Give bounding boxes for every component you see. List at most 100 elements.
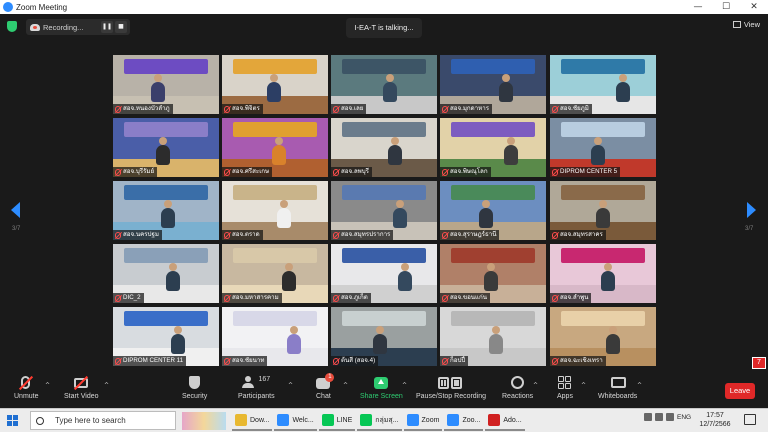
participant-video-tile[interactable]: สอจ.ฉะเชิงเทรา bbox=[550, 307, 656, 366]
chat-button[interactable]: 1 Chat bbox=[316, 373, 335, 400]
participant-video-tile[interactable]: สอจ.สมุทรปราการ bbox=[331, 181, 437, 240]
participant-video-tile[interactable]: ต้นสี (สอจ.4) bbox=[331, 307, 437, 366]
taskbar-app-button[interactable]: Dow... bbox=[232, 411, 273, 431]
participant-video-tile[interactable]: สอจ.สมุทรสาคร bbox=[550, 181, 656, 240]
next-page-arrow-icon[interactable] bbox=[747, 202, 756, 218]
participant-video-tile[interactable]: DIC_2 bbox=[113, 244, 219, 303]
pause-stop-recording-button[interactable]: Pause/Stop Recording bbox=[416, 376, 486, 400]
backdrop-banner bbox=[123, 58, 209, 74]
participant-video-tile[interactable]: สอจ.ขอนแก่น bbox=[440, 244, 546, 303]
participant-figure bbox=[616, 74, 630, 102]
start-video-button[interactable]: Start Video bbox=[64, 375, 99, 400]
search-highlight-image[interactable] bbox=[182, 412, 226, 430]
participant-name: DIC_2 bbox=[123, 294, 141, 301]
view-button[interactable]: View bbox=[732, 20, 760, 29]
close-button[interactable]: ✕ bbox=[740, 2, 768, 12]
taskbar-app-button[interactable]: LINE bbox=[318, 411, 356, 431]
app-label: กลุ่มสุ... bbox=[375, 416, 399, 424]
backdrop-banner bbox=[450, 310, 536, 326]
participant-video-tile[interactable]: ก็อปปี้ bbox=[440, 307, 546, 366]
participant-video-tile[interactable]: สอจ.ภูเก็ต bbox=[331, 244, 437, 303]
apps-caret-icon[interactable]: ^ bbox=[581, 382, 586, 389]
apps-button[interactable]: Apps bbox=[557, 376, 573, 400]
window-titlebar: Zoom Meeting — ☐ ✕ bbox=[0, 0, 768, 14]
participants-count: 167 bbox=[258, 376, 271, 383]
whiteboards-button[interactable]: Whiteboards bbox=[598, 376, 637, 400]
participant-nameplate: สอจ.ภูเก็ต bbox=[331, 293, 371, 303]
app-label: Zoo... bbox=[462, 416, 481, 424]
muted-mic-icon bbox=[552, 294, 558, 302]
participant-figure bbox=[383, 74, 397, 102]
participant-video-tile[interactable]: สอจ.ตราด bbox=[222, 181, 328, 240]
notification-badge[interactable]: 7 bbox=[752, 357, 766, 369]
tray-chevron-icon[interactable] bbox=[644, 413, 652, 421]
leave-button[interactable]: Leave bbox=[725, 383, 755, 399]
taskbar-app-button[interactable]: Zoom bbox=[403, 411, 443, 431]
participant-video-tile[interactable]: สอจ.ศรีสะเกษ bbox=[222, 118, 328, 177]
participant-video-tile[interactable]: สอจ.สุราษฎร์ธานี bbox=[440, 181, 546, 240]
share-screen-button[interactable]: Share Screen bbox=[360, 376, 403, 400]
participant-video-tile[interactable]: สอจ.ลำพูน bbox=[550, 244, 656, 303]
participant-name: สอจ.ชัยนาท bbox=[232, 357, 265, 364]
minimize-button[interactable]: — bbox=[684, 2, 712, 12]
participant-figure bbox=[479, 200, 493, 228]
stop-recording-button[interactable]: ■ bbox=[115, 21, 127, 33]
participant-video-tile[interactable]: สอจ.ชัยนาท bbox=[222, 307, 328, 366]
maximize-button[interactable]: ☐ bbox=[712, 2, 740, 12]
pause-stop-icon bbox=[438, 376, 464, 390]
audio-options-caret-icon[interactable]: ^ bbox=[45, 382, 50, 389]
participant-video-tile[interactable]: DIPROM CENTER 11 bbox=[113, 307, 219, 366]
participant-video-tile[interactable]: สอจ.นครปฐม bbox=[113, 181, 219, 240]
volume-icon[interactable] bbox=[666, 413, 674, 421]
participant-video-tile[interactable]: สอจ.พิษณุโลก bbox=[440, 118, 546, 177]
muted-mic-icon bbox=[224, 357, 230, 365]
backdrop-banner bbox=[560, 247, 646, 263]
participant-video-tile[interactable]: สอจ.พิจิตร bbox=[222, 55, 328, 114]
taskbar-app-button[interactable]: Zoo... bbox=[444, 411, 484, 431]
taskbar-app-button[interactable]: กลุ่มสุ... bbox=[357, 411, 402, 431]
participant-nameplate: สอจ.พิษณุโลก bbox=[440, 167, 491, 177]
chat-caret-icon[interactable]: ^ bbox=[343, 382, 348, 389]
participants-caret-icon[interactable]: ^ bbox=[288, 382, 293, 389]
participant-video-tile[interactable]: สอจ.หนองบัวลำภู bbox=[113, 55, 219, 114]
app-icon bbox=[277, 414, 290, 426]
microphone-muted-icon bbox=[19, 375, 34, 391]
participant-video-tile[interactable]: สอจ.มหาสารคาม bbox=[222, 244, 328, 303]
meeting-topbar: Recording... ❚❚ ■ I-EA-T is talking... V… bbox=[0, 14, 768, 40]
participant-video-tile[interactable]: สอจ.เลย bbox=[331, 55, 437, 114]
clock-time: 17:57 bbox=[706, 412, 724, 419]
participants-button[interactable]: 167 Participants bbox=[238, 376, 275, 400]
reactions-caret-icon[interactable]: ^ bbox=[533, 382, 538, 389]
search-icon bbox=[36, 416, 44, 425]
video-options-caret-icon[interactable]: ^ bbox=[104, 382, 109, 389]
participant-name: สอจ.นครปฐม bbox=[123, 231, 159, 238]
participant-video-tile[interactable]: DIPROM CENTER 5 bbox=[550, 118, 656, 177]
taskbar-search-input[interactable]: Type here to search bbox=[30, 411, 176, 430]
network-icon[interactable] bbox=[655, 413, 663, 421]
share-caret-icon[interactable]: ^ bbox=[402, 382, 407, 389]
windows-start-icon[interactable] bbox=[7, 415, 18, 426]
action-center-icon[interactable] bbox=[744, 414, 756, 425]
pause-recording-button[interactable]: ❚❚ bbox=[101, 21, 113, 33]
security-button[interactable]: Security bbox=[182, 376, 207, 400]
participant-video-tile[interactable]: สอจ.ลพบุรี bbox=[331, 118, 437, 177]
encryption-shield-icon[interactable] bbox=[7, 21, 17, 32]
participant-video-tile[interactable]: สอจ.ชัยภูมิ bbox=[550, 55, 656, 114]
whiteboards-caret-icon[interactable]: ^ bbox=[637, 382, 642, 389]
taskbar-app-button[interactable]: Welc... bbox=[274, 411, 317, 431]
taskbar-app-button[interactable]: Ado... bbox=[485, 411, 525, 431]
app-label: Dow... bbox=[250, 416, 270, 424]
chat-icon: 1 bbox=[316, 373, 335, 390]
muted-mic-icon bbox=[333, 357, 339, 365]
participant-video-tile[interactable]: สอจ.มุกดาหาร bbox=[440, 55, 546, 114]
previous-page-arrow-icon[interactable] bbox=[11, 202, 20, 218]
unmute-button[interactable]: Unmute bbox=[14, 375, 39, 400]
taskbar-clock[interactable]: 17:57 12/7/2566 bbox=[689, 411, 741, 429]
participant-video-tile[interactable]: สอจ.บุรีรัมย์ bbox=[113, 118, 219, 177]
participant-figure bbox=[504, 137, 518, 165]
reactions-button[interactable]: Reactions bbox=[502, 376, 533, 400]
participant-figure bbox=[166, 263, 180, 291]
backdrop-banner bbox=[560, 121, 646, 137]
backdrop-banner bbox=[560, 310, 646, 326]
participant-nameplate: สอจ.มุกดาหาร bbox=[440, 104, 493, 114]
